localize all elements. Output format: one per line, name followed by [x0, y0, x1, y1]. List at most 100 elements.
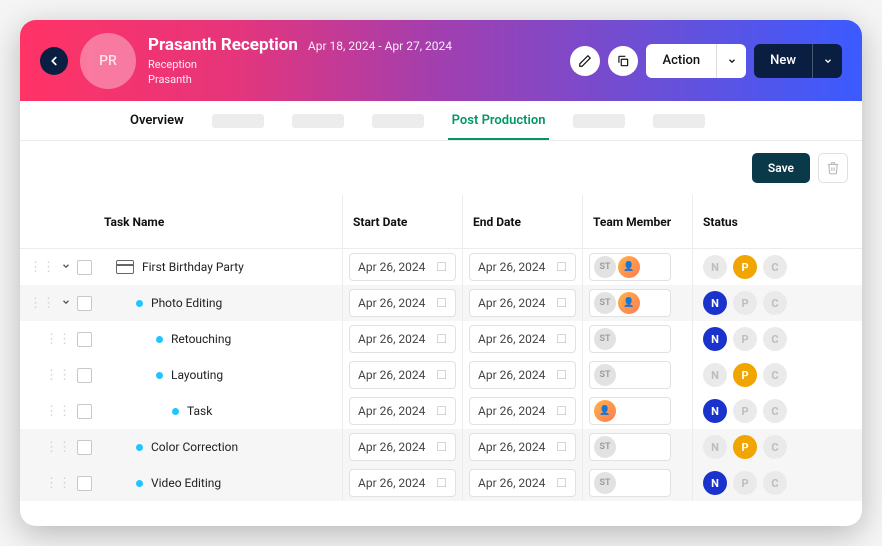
calendar-icon: ☐: [556, 404, 567, 418]
start-date-input[interactable]: Apr 26, 2024☐: [349, 253, 456, 281]
end-date-input[interactable]: Apr 26, 2024☐: [469, 469, 576, 497]
row-checkbox[interactable]: [77, 440, 92, 455]
expand-toggle[interactable]: [61, 296, 71, 310]
status-p-button[interactable]: P: [733, 399, 757, 423]
status-c-button[interactable]: C: [763, 255, 787, 279]
status-c-button[interactable]: C: [763, 363, 787, 387]
status-n-button[interactable]: N: [703, 471, 727, 495]
status-n-button[interactable]: N: [703, 255, 727, 279]
page-title: Prasanth Reception: [148, 35, 298, 55]
tab-placeholder[interactable]: [573, 114, 625, 128]
status-n-button[interactable]: N: [703, 399, 727, 423]
end-date-input[interactable]: Apr 26, 2024☐: [469, 361, 576, 389]
trash-icon: [826, 161, 840, 175]
date-value: Apr 26, 2024: [358, 296, 425, 310]
end-date-input[interactable]: Apr 26, 2024☐: [469, 325, 576, 353]
drag-handle-icon[interactable]: ⋮⋮: [29, 297, 55, 310]
delete-button[interactable]: [818, 153, 848, 183]
end-date-input[interactable]: Apr 26, 2024☐: [469, 289, 576, 317]
drag-handle-icon[interactable]: ⋮⋮: [29, 261, 55, 274]
status-p-button[interactable]: P: [733, 255, 757, 279]
end-date-input[interactable]: Apr 26, 2024☐: [469, 433, 576, 461]
status-n-button[interactable]: N: [703, 327, 727, 351]
start-date-input[interactable]: Apr 26, 2024 ☐: [349, 289, 456, 317]
drag-handle-icon[interactable]: ⋮⋮: [45, 477, 71, 490]
calendar-icon: ☐: [436, 296, 447, 310]
member-chip: ST: [594, 472, 616, 494]
start-date-input[interactable]: Apr 26, 2024☐: [349, 433, 456, 461]
table-row: ⋮⋮ Photo Editing Apr 26, 2024☐ Apr 26, 2…: [20, 285, 862, 321]
drag-handle-icon[interactable]: ⋮⋮: [45, 333, 71, 346]
end-date-input[interactable]: Apr 26, 2024☐: [469, 397, 576, 425]
team-member-select[interactable]: ST👤: [589, 289, 671, 317]
tab-overview[interactable]: Overview: [130, 101, 184, 140]
new-dropdown[interactable]: New: [754, 44, 842, 78]
member-avatar-icon: 👤: [594, 400, 616, 422]
calendar-icon: ☐: [556, 332, 567, 346]
member-chip: ST: [594, 328, 616, 350]
tab-placeholder[interactable]: [212, 114, 264, 128]
status-p-button[interactable]: P: [733, 327, 757, 351]
calendar-icon: ☐: [436, 332, 447, 346]
edit-button[interactable]: [570, 46, 600, 76]
status-p-button[interactable]: P: [733, 363, 757, 387]
end-date-input[interactable]: Apr 26, 2024☐: [469, 253, 576, 281]
status-n-button[interactable]: N: [703, 435, 727, 459]
grid-header: Task Name Start Date End Date Team Membe…: [20, 195, 862, 249]
start-date-input[interactable]: Apr 26, 2024☐: [349, 361, 456, 389]
toolbar-right: Save: [752, 153, 848, 183]
status-c-button[interactable]: C: [763, 399, 787, 423]
status-c-button[interactable]: C: [763, 435, 787, 459]
drag-handle-icon[interactable]: ⋮⋮: [45, 369, 71, 382]
row-checkbox[interactable]: [77, 332, 92, 347]
date-value: Apr 26, 2024: [358, 368, 425, 382]
status-c-button[interactable]: C: [763, 327, 787, 351]
team-member-select[interactable]: ST👤: [589, 253, 671, 281]
row-checkbox[interactable]: [77, 476, 92, 491]
col-status: Status: [692, 195, 862, 248]
row-checkbox[interactable]: [77, 404, 92, 419]
drag-handle-icon[interactable]: ⋮⋮: [45, 441, 71, 454]
status-n-button[interactable]: N: [703, 363, 727, 387]
duplicate-button[interactable]: [608, 46, 638, 76]
tab-placeholder[interactable]: [292, 114, 344, 128]
row-checkbox[interactable]: [77, 260, 92, 275]
action-dropdown[interactable]: Action: [646, 44, 746, 78]
status-p-button[interactable]: P: [733, 291, 757, 315]
subtitle-type: Reception: [148, 58, 558, 71]
table-row: ⋮⋮ Task Apr 26, 2024☐ Apr 26, 2024☐ 👤 N …: [20, 393, 862, 429]
bullet-icon: [156, 336, 163, 343]
team-member-select[interactable]: ST: [589, 361, 671, 389]
date-value: Apr 26, 2024: [358, 260, 425, 274]
team-member-select[interactable]: ST: [589, 433, 671, 461]
header-actions: Action New: [570, 44, 842, 78]
folder-icon: [116, 260, 134, 274]
bullet-icon: [136, 444, 143, 451]
start-date-input[interactable]: Apr 26, 2024☐: [349, 397, 456, 425]
status-c-button[interactable]: C: [763, 291, 787, 315]
status-p-button[interactable]: P: [733, 471, 757, 495]
team-member-select[interactable]: ST: [589, 469, 671, 497]
row-checkbox[interactable]: [77, 368, 92, 383]
tab-post-production[interactable]: Post Production: [452, 101, 546, 140]
back-button[interactable]: [40, 47, 68, 75]
tab-placeholder[interactable]: [372, 114, 424, 128]
status-p-button[interactable]: P: [733, 435, 757, 459]
team-member-select[interactable]: 👤: [589, 397, 671, 425]
start-date-input[interactable]: Apr 26, 2024 ☐: [349, 325, 456, 353]
subtitle-client: Prasanth: [148, 73, 558, 86]
status-c-button[interactable]: C: [763, 471, 787, 495]
col-end: End Date: [462, 195, 582, 248]
drag-handle-icon[interactable]: ⋮⋮: [45, 405, 71, 418]
new-label: New: [754, 53, 812, 68]
save-button[interactable]: Save: [752, 153, 810, 183]
date-value: Apr 26, 2024: [358, 332, 425, 346]
task-name: Video Editing: [151, 476, 221, 490]
expand-toggle[interactable]: [61, 260, 71, 274]
date-value: Apr 26, 2024: [478, 296, 545, 310]
row-checkbox[interactable]: [77, 296, 92, 311]
team-member-select[interactable]: ST: [589, 325, 671, 353]
tab-placeholder[interactable]: [653, 114, 705, 128]
status-n-button[interactable]: N: [703, 291, 727, 315]
start-date-input[interactable]: Apr 26, 2024☐: [349, 469, 456, 497]
